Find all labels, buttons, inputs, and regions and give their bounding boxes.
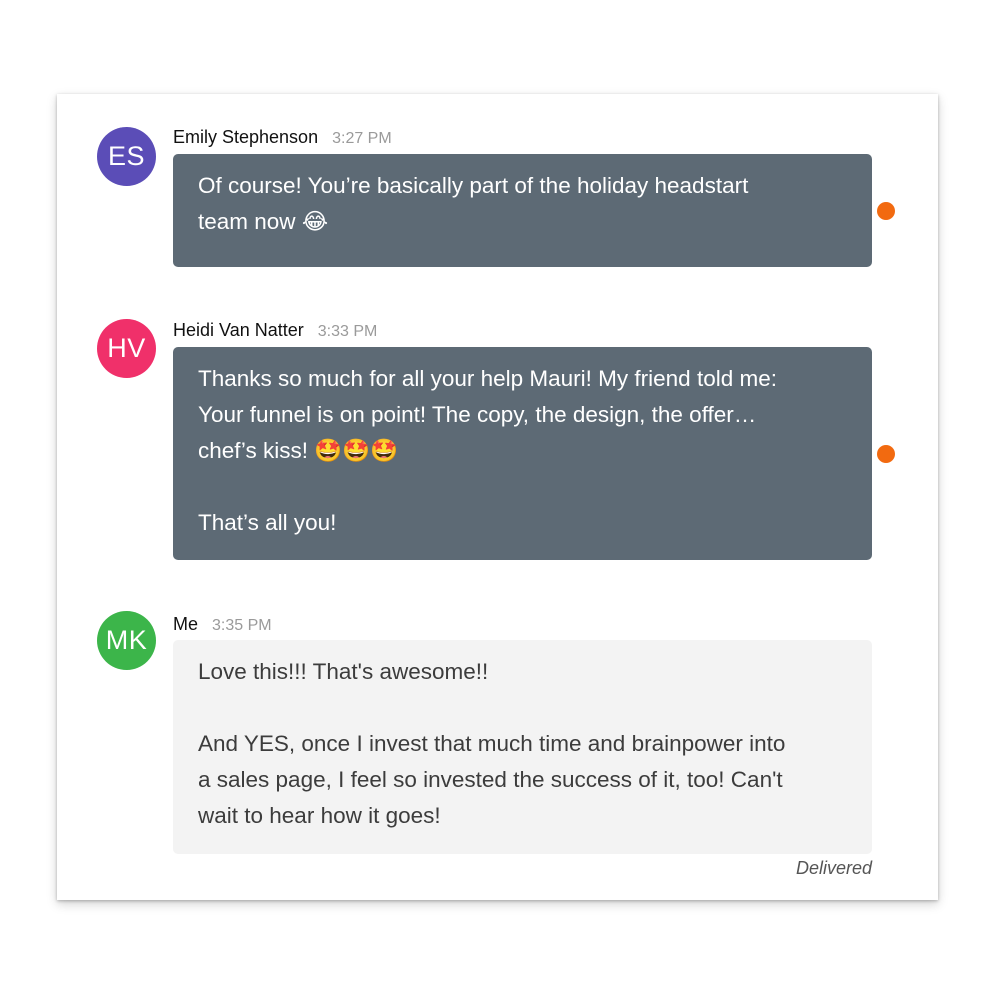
avatar[interactable]: HV	[97, 319, 156, 378]
message-bubble[interactable]: Thanks so much for all your help Mauri! …	[173, 347, 872, 560]
sender-name[interactable]: Heidi Van Natter	[173, 320, 304, 340]
message-line: That’s all you!	[198, 510, 337, 535]
unread-dot	[877, 445, 895, 463]
timestamp: 3:27 PM	[332, 130, 392, 147]
message-header: Heidi Van Natter 3:33 PM	[173, 320, 377, 341]
delivery-status: Delivered	[795, 858, 872, 878]
avatar[interactable]: MK	[97, 611, 156, 670]
message-line: Thanks so much for all your help Mauri! …	[198, 366, 777, 391]
sender-name[interactable]: Emily Stephenson	[173, 127, 318, 147]
message-line: Love this!!! That's awesome!!	[198, 659, 489, 684]
message-line: a sales page, I feel so invested the suc…	[198, 767, 783, 792]
timestamp: 3:35 PM	[212, 617, 272, 634]
unread-dot	[877, 202, 895, 220]
message-bubble[interactable]: Of course! You’re basically part of the …	[173, 154, 872, 267]
message-line: wait to hear how it goes!	[198, 803, 441, 828]
message-line: Of course! You’re basically part of the …	[198, 173, 749, 198]
message-line: chef’s kiss! 🤩🤩🤩	[198, 438, 399, 463]
sender-name[interactable]: Me	[173, 614, 198, 634]
chat-panel: ES Emily Stephenson 3:27 PM Of course! Yo…	[57, 94, 938, 900]
message-line: And YES, once I invest that much time an…	[198, 731, 786, 756]
timestamp: 3:33 PM	[317, 323, 378, 340]
message-header: Me 3:35 PM	[173, 614, 272, 635]
message-line: team now 😂	[198, 209, 329, 234]
message-bubble[interactable]: Love this!!! That's awesome!! And YES, o…	[173, 640, 872, 854]
message-line: Your funnel is on point! The copy, the d…	[198, 402, 757, 427]
message-header: Emily Stephenson 3:27 PM	[173, 127, 392, 148]
avatar[interactable]: ES	[97, 127, 156, 186]
